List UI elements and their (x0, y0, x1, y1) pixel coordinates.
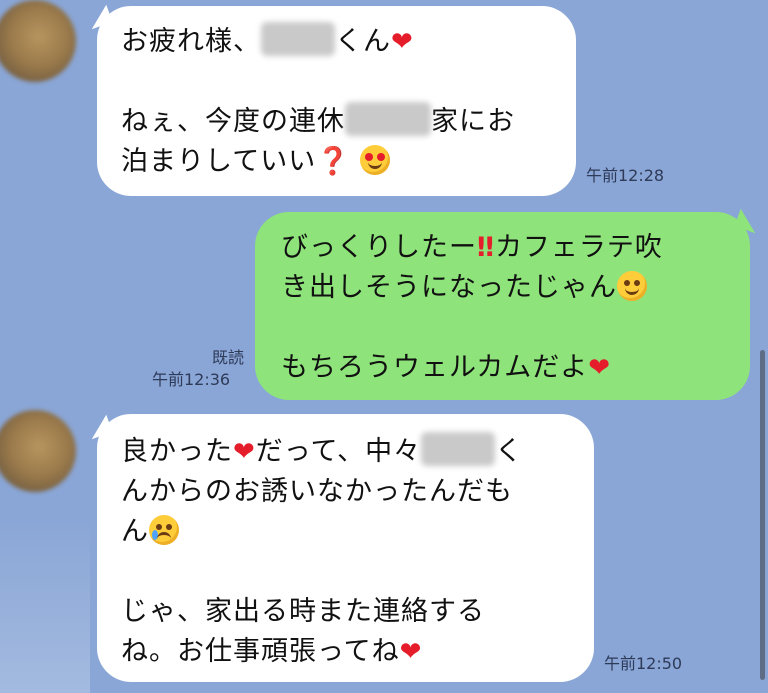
double-exclamation-icon: ‼ (477, 232, 495, 263)
crying-emoji-icon (149, 515, 179, 545)
heart-icon: ❤ (399, 637, 423, 667)
scrollbar[interactable] (760, 350, 765, 680)
smirk-emoji-icon (617, 271, 647, 301)
incoming-message-bubble[interactable]: お疲れ様、 くん❤ ねぇ、今度の連休 家にお 泊まりしていい❓ (97, 6, 576, 196)
message-line: ね。お仕事頑張ってね❤ (121, 636, 423, 667)
question-mark-icon: ❓ (316, 146, 351, 177)
message-timestamp: 午前12:28 (586, 166, 665, 185)
heart-icon: ❤ (588, 353, 611, 383)
outgoing-message-bubble[interactable]: びっくりしたー‼カフェラテ吹 き出しそうになったじゃん もちろうウェルカムだよ❤ (255, 212, 750, 400)
message-line: 泊まりしていい❓ (121, 142, 552, 182)
read-receipt: 既読 (211, 348, 244, 367)
sender-avatar[interactable] (0, 0, 76, 82)
heart-eyes-emoji-icon (360, 145, 391, 175)
heart-icon: ❤ (233, 437, 256, 467)
incoming-message-bubble[interactable]: 良かった❤だって、中々く んからのお誘いなかったんだも ん じゃ、家出る時また連… (97, 414, 594, 682)
message-line: き出しそうになったじゃん (281, 268, 724, 308)
message-line: お疲れ様、 くん❤ (121, 22, 552, 62)
background-decoration (0, 520, 90, 693)
message-line: もちろうウェルカムだよ❤ (281, 352, 611, 383)
message-line: 良かった❤だって、中々く (121, 432, 570, 472)
message-timestamp: 午前12:50 (604, 654, 683, 673)
message-line: ねぇ、今度の連休 家にお (121, 102, 552, 142)
message-line: んからのお誘いなかったんだも (121, 476, 513, 507)
message-line: びっくりしたー‼カフェラテ吹 (281, 232, 663, 263)
sender-avatar[interactable] (0, 410, 76, 492)
message-timestamp: 午前12:36 (152, 370, 231, 389)
redacted-name (421, 432, 496, 466)
message-line: じゃ、家出る時また連絡する (121, 596, 485, 627)
redacted-name (261, 22, 335, 56)
heart-icon: ❤ (391, 27, 414, 57)
message-line: ん (121, 512, 570, 552)
redacted-name (345, 102, 431, 136)
